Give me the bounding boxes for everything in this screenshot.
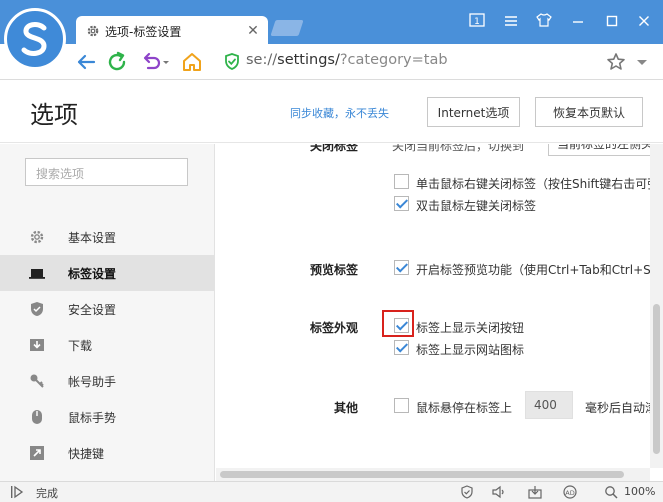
skin-icon[interactable] (533, 11, 555, 33)
status-bar: 完成 AD 100% (0, 481, 663, 502)
shortcut-icon (29, 445, 45, 461)
search-input[interactable]: 搜索选项 (25, 158, 188, 186)
sidebar: 搜索选项 基本设置 标签设置 安全设置 下载 帐号助手 鼠标手势 快捷键 (0, 144, 215, 481)
title-bar: 选项-标签设置 ✕ 1 (0, 0, 663, 46)
back-icon[interactable] (74, 50, 98, 74)
zoom-level[interactable]: 100% (624, 485, 655, 498)
status-text: 完成 (36, 487, 58, 500)
sync-link[interactable]: 同步收藏，永不丢失 (290, 105, 389, 121)
url-path: settings/ (277, 52, 340, 68)
sidebar-item-label: 快捷键 (68, 446, 105, 461)
svg-text:AD: AD (565, 489, 574, 497)
ad-block-icon[interactable]: AD (562, 485, 577, 499)
key-icon (29, 373, 45, 389)
close-icon[interactable] (633, 11, 655, 33)
tab-icon (29, 265, 45, 281)
tab-title: 选项-标签设置 (105, 24, 182, 39)
section-preview: 预览标签 (310, 263, 359, 277)
option-label: 标签上显示关闭按钮 (416, 321, 525, 335)
url-text[interactable]: se://settings/?category=tab (246, 52, 448, 68)
checkbox-show-site-icon[interactable] (394, 340, 409, 355)
sidebar-item-basic[interactable]: 基本设置 (0, 219, 214, 255)
sidebar-toggle-icon[interactable] (10, 485, 24, 499)
section-other: 其他 (334, 401, 359, 415)
checkbox-hover-scroll[interactable] (394, 398, 409, 413)
reading-mode-icon[interactable]: 1 (466, 11, 488, 33)
dropdown-arrow-icon[interactable] (630, 50, 654, 74)
gear-icon (86, 24, 100, 38)
horizontal-scrollbar-thumb[interactable] (220, 471, 624, 478)
hover-delay-input[interactable]: 400 (525, 391, 573, 419)
vertical-scrollbar[interactable] (650, 144, 663, 468)
sidebar-item-label: 基本设置 (68, 230, 117, 245)
close-tab-switch-select[interactable]: 当前标签的左侧头部 (548, 144, 650, 156)
close-tab-switch-value: 当前标签的左侧头部 (557, 144, 650, 151)
home-icon[interactable] (180, 50, 204, 74)
page-header: 选项 同步收藏，永不丢失 Internet选项 恢复本页默认 (0, 81, 663, 143)
security-status-icon[interactable] (460, 485, 474, 499)
url-query: ?category=tab (339, 52, 448, 68)
new-tab-button[interactable] (270, 20, 304, 36)
checkbox-right-click-close[interactable] (394, 174, 409, 189)
sidebar-item-label: 鼠标手势 (68, 410, 117, 425)
maximize-icon[interactable] (601, 11, 623, 33)
sidebar-item-download[interactable]: 下载 (0, 327, 214, 363)
security-shield-icon[interactable] (220, 50, 244, 74)
checkbox-double-click-close[interactable] (394, 196, 409, 211)
sogou-logo-icon (21, 22, 47, 56)
option-label: 单击鼠标右键关闭标签（按住Shift键右击可弹 (416, 177, 650, 191)
address-bar: se://settings/?category=tab (0, 44, 663, 80)
option-label: 标签上显示网站图标 (416, 343, 525, 357)
mouse-icon (29, 409, 45, 425)
sidebar-item-security[interactable]: 安全设置 (0, 291, 214, 327)
minimize-icon[interactable] (567, 11, 589, 33)
sidebar-item-account[interactable]: 帐号助手 (0, 363, 214, 399)
tab-close-icon[interactable]: ✕ (244, 22, 262, 40)
refresh-icon[interactable] (105, 50, 129, 74)
star-icon[interactable] (604, 50, 628, 74)
restore-defaults-button[interactable]: 恢复本页默认 (535, 97, 643, 127)
horizontal-scrollbar[interactable] (216, 468, 650, 481)
gear-icon (29, 229, 45, 245)
zoom-icon[interactable] (604, 485, 618, 499)
tab-settings[interactable]: 选项-标签设置 ✕ (76, 16, 268, 46)
close-tab-switch-text: 关闭当前标签后，切换到 (392, 144, 525, 153)
sound-icon[interactable] (492, 485, 506, 499)
download-manager-icon[interactable] (528, 485, 542, 499)
vertical-scrollbar-thumb[interactable] (653, 304, 660, 454)
shield-check-icon (29, 301, 45, 317)
checkbox-tab-preview[interactable] (394, 260, 409, 275)
sidebar-item-label: 帐号助手 (68, 374, 117, 389)
browser-logo[interactable] (4, 8, 66, 70)
sidebar-item-label: 标签设置 (68, 266, 117, 281)
sidebar-item-label: 下载 (68, 338, 93, 353)
undo-close-icon[interactable] (140, 50, 169, 74)
sidebar-item-label: 安全设置 (68, 302, 117, 317)
option-label: 鼠标悬停在标签上 (416, 401, 513, 415)
sidebar-item-tabs[interactable]: 标签设置 (0, 255, 214, 291)
checkbox-show-close-button[interactable] (394, 318, 409, 333)
sidebar-item-mouse-gesture[interactable]: 鼠标手势 (0, 399, 214, 435)
download-icon (29, 337, 45, 353)
section-close-tab: 关闭标签 (310, 144, 359, 153)
page-title: 选项 (30, 101, 78, 129)
menu-icon[interactable] (500, 11, 522, 33)
settings-content: 关闭标签 关闭当前标签后，切换到 当前标签的左侧头部 单击鼠标右键关闭标签（按住… (216, 144, 650, 468)
url-host: se:// (246, 52, 278, 68)
hover-delay-suffix: 毫秒后自动滚 (585, 401, 650, 415)
sidebar-item-shortcut[interactable]: 快捷键 (0, 435, 214, 471)
section-appearance: 标签外观 (310, 321, 359, 335)
internet-options-button[interactable]: Internet选项 (427, 97, 520, 127)
option-label: 双击鼠标左键关闭标签 (416, 199, 537, 213)
svg-text:1: 1 (474, 17, 480, 27)
option-label: 开启标签预览功能（使用Ctrl+Tab和Ctrl+Sh (416, 263, 650, 277)
